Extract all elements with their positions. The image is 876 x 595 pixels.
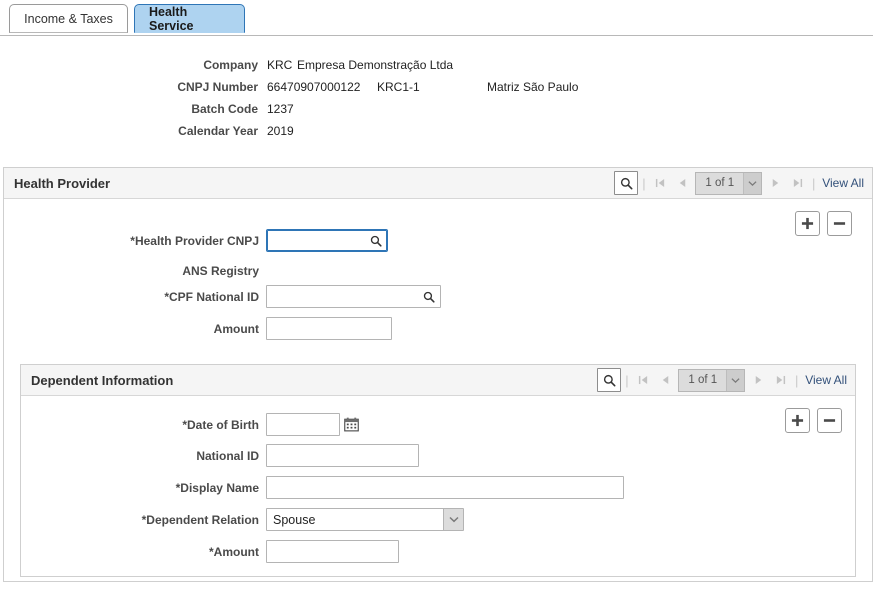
company-label: Company bbox=[203, 58, 258, 72]
tab-income-and-taxes[interactable]: Income & Taxes bbox=[9, 4, 128, 33]
dependent-information-panel: Dependent Information | 1 of 1 | View Al… bbox=[20, 364, 856, 577]
health-provider-amount-input[interactable] bbox=[266, 317, 392, 340]
header-row-cnpj-number: CNPJ Number 66470907000122 KRC1-1 Matriz… bbox=[0, 80, 876, 100]
pager-separator-left: | bbox=[642, 175, 646, 191]
cnpj-number-value: 66470907000122 bbox=[267, 80, 361, 94]
date-of-birth-field: *Date of Birth bbox=[21, 413, 381, 436]
chevron-down-icon[interactable] bbox=[443, 509, 463, 530]
display-name-input[interactable] bbox=[266, 476, 624, 499]
header-row-company: Company KRC Empresa Demonstração Ltda bbox=[0, 58, 876, 78]
lookup-icon[interactable] bbox=[370, 235, 382, 247]
pager-separator-right: | bbox=[811, 175, 816, 191]
dependent-national-id-input[interactable] bbox=[266, 444, 419, 467]
tab-bar: Income & Taxes Health Service bbox=[0, 0, 876, 37]
previous-row-icon[interactable] bbox=[654, 369, 676, 391]
dependent-information-pager: | 1 of 1 | View All bbox=[597, 365, 847, 395]
dependent-relation-label: *Dependent Relation bbox=[141, 512, 259, 527]
health-provider-view-all-link[interactable]: View All bbox=[822, 176, 864, 190]
health-provider-cnpj-label: *Health Provider CNPJ bbox=[130, 233, 259, 248]
health-provider-row-counter[interactable]: 1 of 1 bbox=[695, 171, 763, 195]
dependent-national-id-label: National ID bbox=[196, 448, 259, 463]
cpf-national-id-input[interactable] bbox=[266, 285, 441, 308]
health-provider-panel: Health Provider | 1 of 1 | View All *Hea… bbox=[3, 167, 873, 582]
next-row-icon[interactable] bbox=[764, 172, 786, 194]
display-name-label: *Display Name bbox=[175, 480, 259, 495]
dependent-information-row-counter[interactable]: 1 of 1 bbox=[678, 368, 746, 392]
previous-row-icon[interactable] bbox=[671, 172, 693, 194]
last-row-icon[interactable] bbox=[769, 369, 791, 391]
health-provider-delete-row-button[interactable] bbox=[827, 211, 852, 236]
batch-code-value: 1237 bbox=[267, 102, 294, 116]
dependent-amount-field: *Amount bbox=[21, 540, 421, 563]
health-provider-amount-field: Amount bbox=[4, 317, 404, 340]
ans-registry-field: ANS Registry bbox=[4, 264, 394, 278]
display-name-field: *Display Name bbox=[21, 476, 631, 499]
dependent-amount-label: *Amount bbox=[209, 544, 259, 559]
chevron-down-icon[interactable] bbox=[743, 172, 762, 194]
health-provider-cnpj-field: *Health Provider CNPJ bbox=[4, 229, 394, 252]
dependent-add-row-button[interactable] bbox=[785, 408, 810, 433]
dependent-national-id-field: National ID bbox=[21, 444, 441, 467]
health-provider-cnpj-input[interactable] bbox=[266, 229, 388, 252]
dependent-delete-row-button[interactable] bbox=[817, 408, 842, 433]
health-provider-row-counter-text: 1 of 1 bbox=[705, 177, 735, 189]
ans-registry-label: ANS Registry bbox=[182, 264, 259, 278]
cpf-national-id-label: *CPF National ID bbox=[164, 289, 259, 304]
health-provider-amount-label: Amount bbox=[213, 321, 259, 336]
dependent-information-row-actions bbox=[785, 408, 842, 433]
calendar-year-label: Calendar Year bbox=[178, 124, 258, 138]
cpf-national-id-field: *CPF National ID bbox=[4, 285, 454, 308]
pager-separator-left: | bbox=[625, 372, 629, 388]
record-header: Company KRC Empresa Demonstração Ltda CN… bbox=[0, 58, 876, 146]
dependent-information-panel-header: Dependent Information | 1 of 1 | View Al… bbox=[21, 365, 855, 396]
health-provider-add-row-button[interactable] bbox=[795, 211, 820, 236]
header-row-batch-code: Batch Code 1237 bbox=[0, 102, 876, 122]
dependent-information-row-counter-text: 1 of 1 bbox=[688, 374, 718, 386]
first-row-icon[interactable] bbox=[649, 172, 671, 194]
search-icon[interactable] bbox=[597, 368, 622, 392]
calendar-year-value: 2019 bbox=[267, 124, 294, 138]
next-row-icon[interactable] bbox=[747, 369, 769, 391]
calendar-icon[interactable] bbox=[344, 417, 359, 432]
cnpj-branch-name-value: Matriz São Paulo bbox=[487, 80, 579, 94]
dependent-relation-select[interactable]: Spouse bbox=[266, 508, 464, 531]
company-code-value: KRC bbox=[267, 58, 293, 72]
dependent-information-title: Dependent Information bbox=[31, 372, 174, 388]
chevron-down-icon[interactable] bbox=[726, 369, 745, 391]
dependent-relation-selected-value: Spouse bbox=[273, 512, 316, 527]
first-row-icon[interactable] bbox=[632, 369, 654, 391]
pager-separator-right: | bbox=[794, 372, 799, 388]
health-provider-row-actions bbox=[795, 211, 852, 236]
health-provider-title: Health Provider bbox=[14, 175, 111, 191]
date-of-birth-label: *Date of Birth bbox=[182, 417, 259, 432]
header-row-calendar-year: Calendar Year 2019 bbox=[0, 124, 876, 144]
dependent-relation-field: *Dependent Relation Spouse bbox=[21, 508, 471, 531]
tab-health-service[interactable]: Health Service bbox=[134, 4, 245, 33]
lookup-icon[interactable] bbox=[423, 291, 435, 303]
health-provider-panel-header: Health Provider | 1 of 1 | View All bbox=[4, 168, 872, 199]
date-of-birth-input[interactable] bbox=[266, 413, 340, 436]
cnpj-establishment-value: KRC1-1 bbox=[377, 80, 420, 94]
tab-health-service-label: Health Service bbox=[149, 4, 194, 33]
last-row-icon[interactable] bbox=[786, 172, 808, 194]
dependent-amount-input[interactable] bbox=[266, 540, 399, 563]
tab-income-and-taxes-label: Income & Taxes bbox=[24, 11, 113, 26]
health-provider-pager: | 1 of 1 | View All bbox=[614, 168, 864, 198]
tab-bar-underline bbox=[0, 35, 873, 36]
dependent-information-view-all-link[interactable]: View All bbox=[805, 373, 847, 387]
company-name-value: Empresa Demonstração Ltda bbox=[297, 58, 454, 72]
cnpj-number-label: CNPJ Number bbox=[177, 80, 258, 94]
search-icon[interactable] bbox=[614, 171, 639, 195]
batch-code-label: Batch Code bbox=[191, 102, 258, 116]
